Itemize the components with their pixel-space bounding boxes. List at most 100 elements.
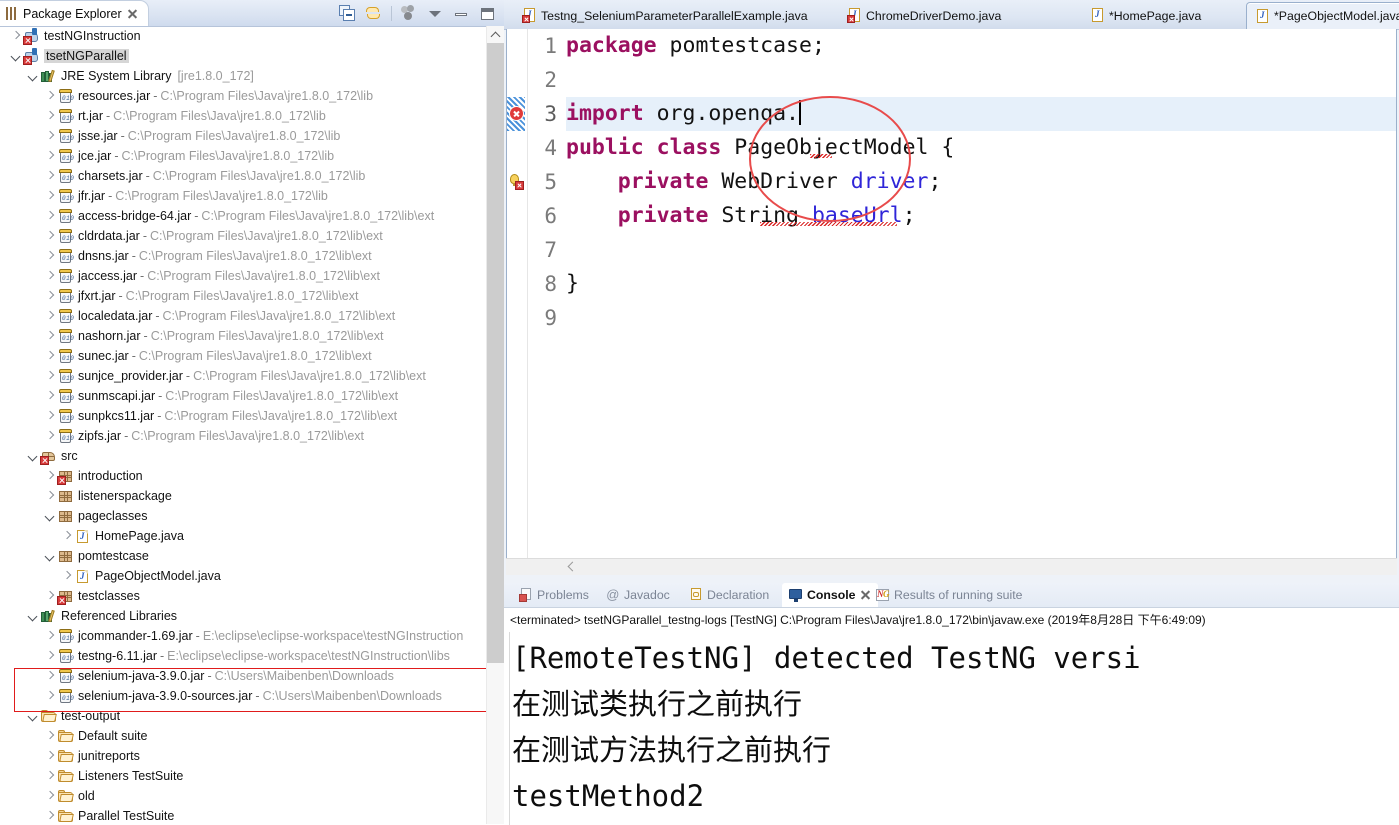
tree-row[interactable]: 010 charsets.jar - C:\Program Files\Java\jr… xyxy=(0,166,487,186)
bottom-tab-0[interactable]: Problems xyxy=(512,583,596,607)
chevron-down-icon[interactable] xyxy=(25,706,40,726)
tree-row[interactable]: 010 jfxrt.jar - C:\Program Files\Java\jre1.… xyxy=(0,286,487,306)
tree-row[interactable]: tsetNGParallel xyxy=(0,46,487,66)
chevron-right-icon[interactable] xyxy=(42,266,57,286)
chevron-down-icon[interactable] xyxy=(25,606,40,626)
tree-row[interactable]: Default suite xyxy=(0,726,487,746)
error-marker-icon[interactable] xyxy=(509,106,525,122)
chevron-right-icon[interactable] xyxy=(42,306,57,326)
editor-horizontal-scrollbar[interactable] xyxy=(506,558,1397,575)
tree-row[interactable]: 010 localedata.jar - C:\Program Files\Java\… xyxy=(0,306,487,326)
code-line-5[interactable]: private WebDriver driver; xyxy=(566,165,942,199)
tree-row[interactable]: testNGInstruction xyxy=(0,26,487,46)
editor-code-area[interactable]: package pomtestcase; import org.openqa. pu… xyxy=(566,29,1396,573)
tree-row[interactable]: 010 dnsns.jar - C:\Program Files\Java\jre1.… xyxy=(0,246,487,266)
chevron-right-icon[interactable] xyxy=(42,626,57,646)
tree-row[interactable]: 010 selenium-java-3.9.0-sources.jar - C:\Us… xyxy=(0,686,487,706)
bottom-tab-1[interactable]: @ Javadoc xyxy=(599,583,677,607)
chevron-down-icon[interactable] xyxy=(25,446,40,466)
code-line-3[interactable]: import org.openqa. xyxy=(566,97,802,131)
bottom-tab-3[interactable]: Console xyxy=(782,583,878,607)
editor-tab-0[interactable]: J Testng_SeleniumParameterParallelExample… xyxy=(514,2,817,29)
project-tree[interactable]: testNGInstruction tsetNGParallel JRE Syste… xyxy=(0,26,487,824)
tree-row[interactable]: 010 sunmscapi.jar - C:\Program Files\Java\j… xyxy=(0,386,487,406)
chevron-right-icon[interactable] xyxy=(42,586,57,606)
tree-row[interactable]: Referenced Libraries xyxy=(0,606,487,626)
code-line-8[interactable]: } xyxy=(566,267,579,301)
tree-row[interactable]: 010 jce.jar - C:\Program Files\Java\jre1.8.… xyxy=(0,146,487,166)
tree-row[interactable]: 010 cldrdata.jar - C:\Program Files\Java\jr… xyxy=(0,226,487,246)
java-source-editor[interactable]: 1 2 3 4 5 6 7 8 9 package pomtestcase; import org… xyxy=(506,29,1397,574)
tree-row[interactable]: test-output xyxy=(0,706,487,726)
chevron-right-icon[interactable] xyxy=(8,26,23,46)
tree-row[interactable]: 010 rt.jar - C:\Program Files\Java\jre1.8.0… xyxy=(0,106,487,126)
tab-package-explorer[interactable]: Package Explorer xyxy=(0,0,149,26)
tree-row[interactable]: 010 sunjce_provider.jar - C:\Program Files\… xyxy=(0,366,487,386)
scrollbar-thumb[interactable] xyxy=(487,43,504,663)
tree-row[interactable]: 010 selenium-java-3.9.0.jar - C:\Users\Maib… xyxy=(0,666,487,686)
chevron-right-icon[interactable] xyxy=(42,366,57,386)
chevron-down-icon[interactable] xyxy=(427,5,444,22)
tree-row[interactable]: 010 testng-6.11.jar - E:\eclipse\eclipse-wo… xyxy=(0,646,487,666)
bottom-tab-2[interactable]: Declaration xyxy=(682,583,776,607)
editor-tab-1[interactable]: J ChromeDriverDemo.java xyxy=(839,2,1010,29)
tree-row[interactable]: JRE System Library [jre1.8.0_172] xyxy=(0,66,487,86)
chevron-right-icon[interactable] xyxy=(42,746,57,766)
tree-row[interactable]: old xyxy=(0,786,487,806)
chevron-right-icon[interactable] xyxy=(42,806,57,824)
focus-task-icon[interactable] xyxy=(401,4,418,22)
chevron-right-icon[interactable] xyxy=(42,206,57,226)
scroll-up-arrow-icon[interactable] xyxy=(487,26,504,43)
code-line-1[interactable]: package pomtestcase; xyxy=(566,29,825,63)
collapse-all-icon[interactable] xyxy=(339,4,356,22)
chevron-right-icon[interactable] xyxy=(59,566,74,586)
chevron-right-icon[interactable] xyxy=(42,86,57,106)
tree-row[interactable]: 010 zipfs.jar - C:\Program Files\Java\jre1.… xyxy=(0,426,487,446)
tree-row[interactable]: 010 jcommander-1.69.jar - E:\eclipse\eclips… xyxy=(0,626,487,646)
tree-row[interactable]: 010 nashorn.jar - C:\Program Files\Java\jre… xyxy=(0,326,487,346)
package-explorer-scrollbar[interactable] xyxy=(486,26,504,824)
scroll-left-arrow-icon[interactable] xyxy=(566,561,578,573)
link-with-editor-icon[interactable] xyxy=(365,5,382,22)
quickfix-warning-marker-icon[interactable] xyxy=(509,174,525,190)
chevron-right-icon[interactable] xyxy=(59,526,74,546)
chevron-right-icon[interactable] xyxy=(42,686,57,706)
chevron-right-icon[interactable] xyxy=(42,166,57,186)
chevron-right-icon[interactable] xyxy=(42,186,57,206)
chevron-down-icon[interactable] xyxy=(42,506,57,526)
bottom-tab-4[interactable]: N G Results of running suite xyxy=(869,583,1030,607)
chevron-right-icon[interactable] xyxy=(42,466,57,486)
editor-tab-3[interactable]: J *PageObjectModel.java xyxy=(1246,2,1399,29)
chevron-down-icon[interactable] xyxy=(25,66,40,86)
chevron-right-icon[interactable] xyxy=(42,666,57,686)
tree-row[interactable]: listenerspackage xyxy=(0,486,487,506)
tree-row[interactable]: 010 sunec.jar - C:\Program Files\Java\jre1.… xyxy=(0,346,487,366)
chevron-right-icon[interactable] xyxy=(42,146,57,166)
code-line-6[interactable]: private String baseUrl; xyxy=(566,199,916,233)
close-icon[interactable] xyxy=(127,8,138,19)
tree-row[interactable]: introduction xyxy=(0,466,487,486)
chevron-right-icon[interactable] xyxy=(42,646,57,666)
tree-row[interactable]: 010 sunpkcs11.jar - C:\Program Files\Java\j… xyxy=(0,406,487,426)
chevron-right-icon[interactable] xyxy=(42,726,57,746)
editor-tab-2[interactable]: J *HomePage.java xyxy=(1082,2,1210,29)
chevron-right-icon[interactable] xyxy=(42,426,57,446)
chevron-right-icon[interactable] xyxy=(42,126,57,146)
chevron-right-icon[interactable] xyxy=(42,406,57,426)
tree-row[interactable]: testclasses xyxy=(0,586,487,606)
chevron-right-icon[interactable] xyxy=(42,386,57,406)
code-line-4[interactable]: public class PageObjectModel { xyxy=(566,131,954,165)
chevron-right-icon[interactable] xyxy=(42,486,57,506)
chevron-right-icon[interactable] xyxy=(42,766,57,786)
chevron-down-icon[interactable] xyxy=(8,46,23,66)
tree-row[interactable]: 010 resources.jar - C:\Program Files\Java\j… xyxy=(0,86,487,106)
chevron-right-icon[interactable] xyxy=(42,246,57,266)
tree-row[interactable]: 010 access-bridge-64.jar - C:\Program Files… xyxy=(0,206,487,226)
chevron-right-icon[interactable] xyxy=(42,786,57,806)
tree-row[interactable]: junitreports xyxy=(0,746,487,766)
chevron-right-icon[interactable] xyxy=(42,226,57,246)
tree-row[interactable]: pomtestcase xyxy=(0,546,487,566)
chevron-right-icon[interactable] xyxy=(42,346,57,366)
tree-row[interactable]: 010 jsse.jar - C:\Program Files\Java\jre1.8… xyxy=(0,126,487,146)
chevron-down-icon[interactable] xyxy=(42,546,57,566)
